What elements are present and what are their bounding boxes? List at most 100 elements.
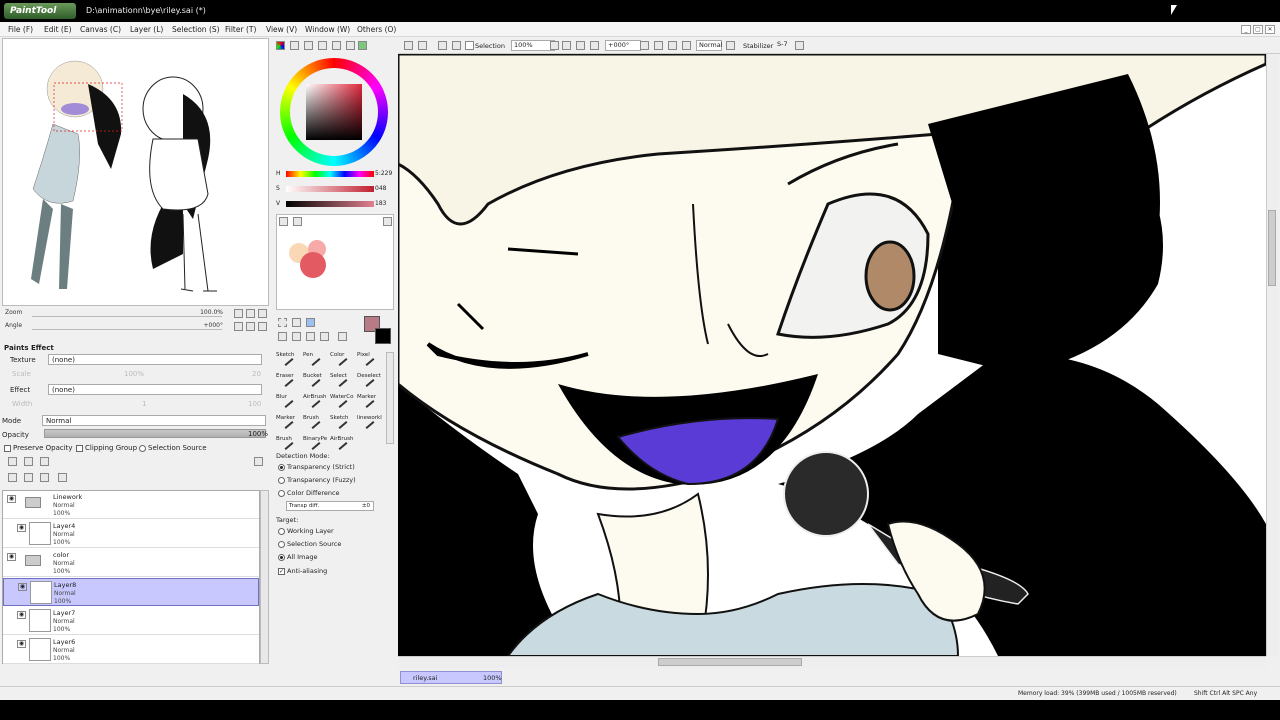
- tool-bucket-5[interactable]: Bucket: [303, 373, 329, 393]
- menu-canvas[interactable]: Canvas (C): [80, 25, 121, 34]
- new-folder-icon[interactable]: [40, 457, 49, 466]
- hue-slider[interactable]: [286, 171, 374, 177]
- canvas-tool-icon-4[interactable]: [452, 41, 461, 50]
- secondary-color-swatch[interactable]: [375, 328, 391, 344]
- canvas-horizontal-scrollbar[interactable]: [398, 656, 1266, 668]
- lasso-icon[interactable]: [292, 318, 301, 327]
- layer-list-scrollbar[interactable]: [260, 490, 269, 664]
- menu-window[interactable]: Window (W): [305, 25, 350, 34]
- tool-eraser-4[interactable]: Eraser: [276, 373, 302, 393]
- effect-select[interactable]: (none): [48, 384, 262, 395]
- menu-view[interactable]: View (V): [266, 25, 297, 34]
- visibility-eye-icon[interactable]: ◉: [7, 553, 16, 561]
- transfer-down-icon[interactable]: [8, 473, 17, 482]
- tool-pixel-3[interactable]: Pixel: [357, 352, 383, 372]
- canvas-tool-icon-1[interactable]: [404, 41, 413, 50]
- layer-item-layer8[interactable]: ◉ Layer8 Normal 100%: [3, 578, 259, 606]
- menu-layer[interactable]: Layer (L): [130, 25, 163, 34]
- mode-row[interactable]: Mode Normal: [2, 415, 269, 427]
- tool-deselect-7[interactable]: Deselect: [357, 373, 383, 393]
- stabilizer-value[interactable]: S-7: [775, 40, 793, 51]
- magic-wand-icon[interactable]: [306, 318, 315, 327]
- opacity-row[interactable]: Opacity 100%: [2, 429, 269, 441]
- menu-edit[interactable]: Edit (E): [44, 25, 72, 34]
- rotate-ccw-icon[interactable]: [640, 41, 649, 50]
- scratchpad-mode-icon[interactable]: [346, 41, 355, 50]
- rotate-reset-canvas-icon[interactable]: [668, 41, 677, 50]
- tool-grid[interactable]: Sketch Pen Color Pixel Eraser Bucket Select Des…: [276, 352, 386, 456]
- tool-sketch-14[interactable]: Sketch: [330, 415, 356, 435]
- delete-layer-icon[interactable]: [58, 473, 67, 482]
- move-icon[interactable]: [278, 332, 287, 341]
- mode-select[interactable]: Normal: [42, 415, 266, 426]
- target-all-image[interactable]: All Image: [278, 553, 317, 561]
- minimize-icon[interactable]: _: [1241, 25, 1251, 34]
- angle-row[interactable]: Angle +000°: [2, 321, 269, 332]
- tool-color-2[interactable]: Color: [330, 352, 356, 372]
- zoom-reset-icon[interactable]: [258, 309, 267, 318]
- visibility-eye-icon[interactable]: ◉: [17, 640, 26, 648]
- merge-down-icon[interactable]: [24, 473, 33, 482]
- zoom-out-icon[interactable]: [234, 309, 243, 318]
- restore-icon[interactable]: ▢: [1253, 25, 1263, 34]
- visibility-eye-icon[interactable]: ◉: [17, 524, 26, 532]
- texture-row[interactable]: Texture (none): [2, 354, 269, 366]
- layer-item-layer6[interactable]: ◉ Layer6 Normal 100%: [3, 636, 259, 664]
- color-wheel-mode-icon[interactable]: [276, 41, 285, 50]
- layer-item-layer4[interactable]: ◉ Layer4 Normal 100%: [3, 520, 259, 548]
- hsv-slider-mode-icon[interactable]: [304, 41, 313, 50]
- selection-checkbox[interactable]: [465, 41, 474, 50]
- saturation-slider[interactable]: [286, 186, 374, 192]
- zoom-fit-icon[interactable]: [590, 41, 599, 50]
- canvas-zoom-field[interactable]: 100%: [511, 40, 555, 51]
- tool-airbrush-18[interactable]: AirBrush: [330, 436, 356, 456]
- menu-selection[interactable]: Selection (S): [172, 25, 220, 34]
- gradation-mode-icon[interactable]: [318, 41, 327, 50]
- menu-filter[interactable]: Filter (T): [225, 25, 256, 34]
- zoom-in-icon[interactable]: [246, 309, 255, 318]
- detection-option-strict[interactable]: Transparency (Strict): [278, 463, 355, 471]
- scratchpad-clear-icon[interactable]: [279, 217, 288, 226]
- canvas-tool-icon-3[interactable]: [438, 41, 447, 50]
- preserve-opacity-checkbox[interactable]: Preserve Opacity: [4, 444, 73, 452]
- layer-item-linework[interactable]: ◉ Linework Normal 100%: [3, 491, 259, 519]
- tool-brush-13[interactable]: Brush: [303, 415, 329, 435]
- swatch-mode-icon[interactable]: [332, 41, 341, 50]
- tool-airbrush-9[interactable]: AirBrush: [303, 394, 329, 414]
- rgb-slider-mode-icon[interactable]: [290, 41, 299, 50]
- blend-mode-field[interactable]: Normal: [696, 40, 723, 51]
- canvas-tool-icon-2[interactable]: [418, 41, 427, 50]
- layer-item-color[interactable]: ◉ color Normal 100%: [3, 549, 259, 577]
- detection-option-color-diff[interactable]: Color Difference: [278, 489, 340, 497]
- visibility-eye-icon[interactable]: ◉: [7, 495, 16, 503]
- transp-diff-field[interactable]: Transp diff. ±0: [286, 501, 374, 511]
- visibility-eye-icon[interactable]: ◉: [18, 583, 27, 591]
- tool-sketch-0[interactable]: Sketch: [276, 352, 302, 372]
- rotate-left-icon[interactable]: [234, 322, 243, 331]
- menu-others[interactable]: Others (O): [357, 25, 396, 34]
- zoom-minus-icon[interactable]: [562, 41, 571, 50]
- menu-file[interactable]: File (F): [8, 25, 33, 34]
- eyedropper-icon[interactable]: [338, 332, 347, 341]
- tool-waterco-10[interactable]: WaterCo: [330, 394, 356, 414]
- tool-marker-12[interactable]: Marker: [276, 415, 302, 435]
- tool-lineworkl-15[interactable]: lineworkl: [357, 415, 383, 435]
- rotate-right-icon[interactable]: [246, 322, 255, 331]
- layer-list[interactable]: ◉ Linework Normal 100% ◉ Layer4 Normal 1…: [2, 490, 260, 664]
- visibility-eye-icon[interactable]: ◉: [17, 611, 26, 619]
- color-wheel[interactable]: [280, 58, 388, 166]
- selection-source-checkbox[interactable]: Selection Source: [139, 444, 207, 452]
- canvas-vertical-scroll-thumb[interactable]: [1268, 210, 1276, 286]
- navigator-panel[interactable]: [2, 38, 269, 306]
- clear-layer-icon[interactable]: [40, 473, 49, 482]
- rotate-tool-icon[interactable]: [306, 332, 315, 341]
- rotate-reset-icon[interactable]: [258, 322, 267, 331]
- saturation-value-square[interactable]: [306, 84, 362, 140]
- scratchpad-options-icon[interactable]: [383, 217, 392, 226]
- texture-select[interactable]: (none): [48, 354, 262, 365]
- layer-item-layer7[interactable]: ◉ Layer7 Normal 100%: [3, 607, 259, 635]
- hand-icon[interactable]: [320, 332, 329, 341]
- tool-select-6[interactable]: Select: [330, 373, 356, 393]
- layer-panel-options-icon[interactable]: [254, 457, 263, 466]
- new-layer-icon[interactable]: [8, 457, 17, 466]
